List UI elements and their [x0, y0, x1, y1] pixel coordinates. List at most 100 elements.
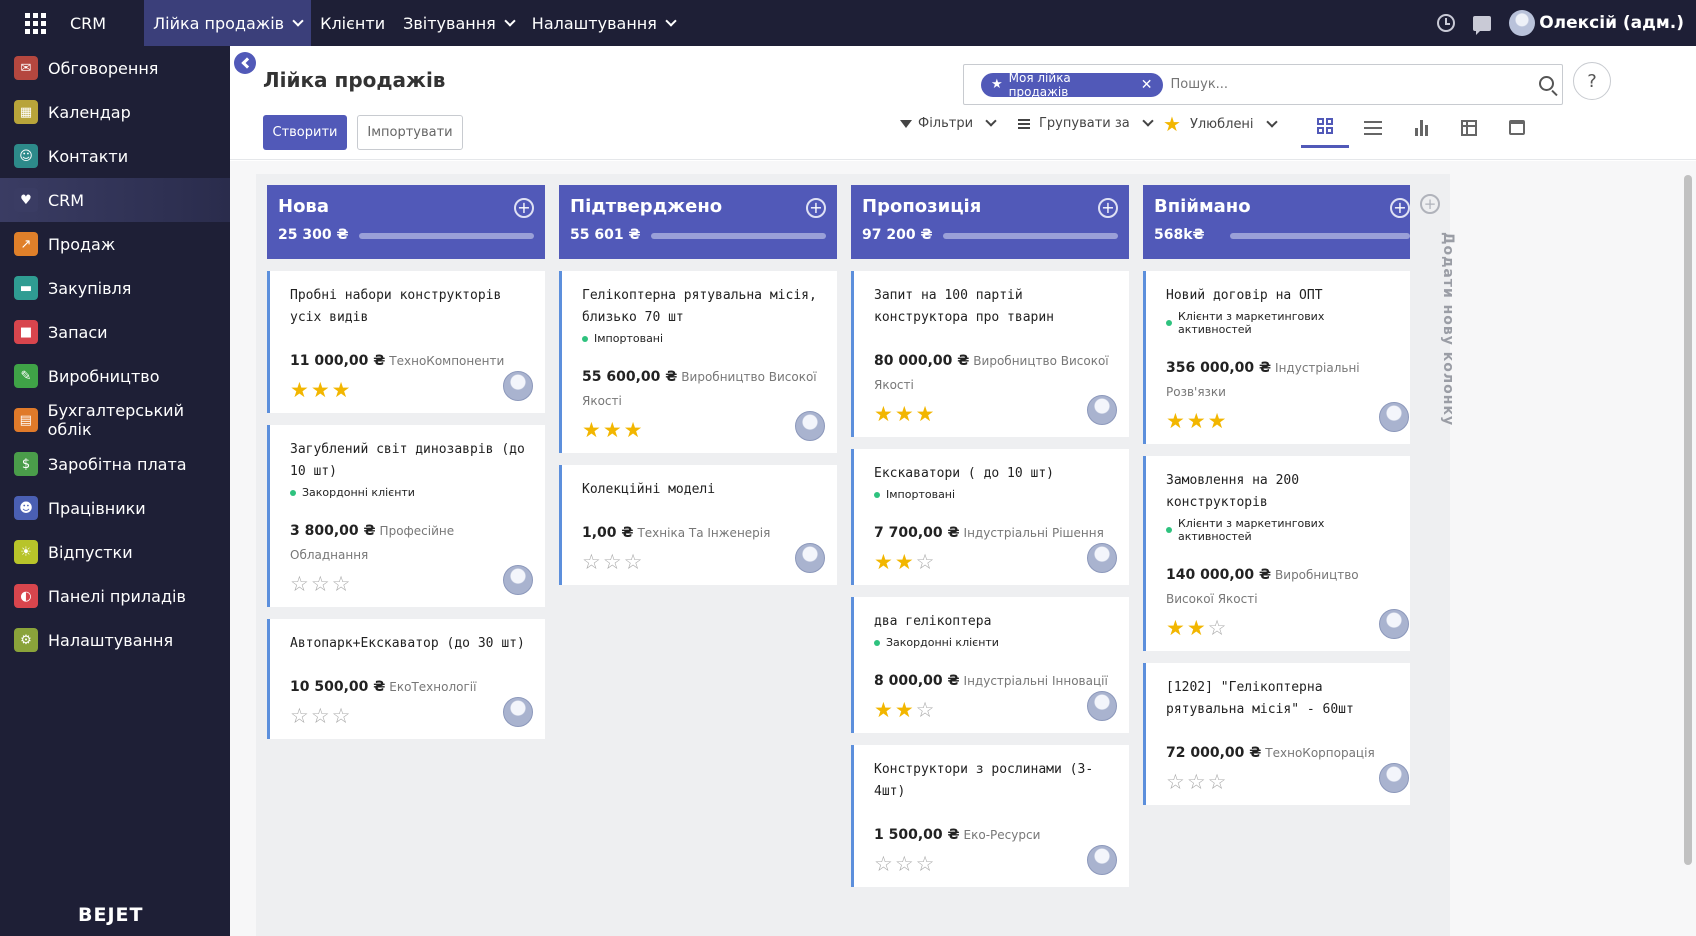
activity-clock-icon[interactable] — [1437, 14, 1456, 32]
column-header[interactable]: Пропозиція 97 200 ₴ + — [851, 185, 1129, 259]
sidebar-item[interactable]: ▦ Календар — [0, 90, 230, 134]
user-avatar[interactable] — [1509, 10, 1536, 36]
sidebar-item[interactable]: ✎ Виробництво — [0, 354, 230, 398]
sidebar-item[interactable]: ✉ Обговорення — [0, 46, 230, 90]
star-filled-icon[interactable]: ★ — [895, 402, 916, 426]
help-button[interactable]: ? — [1573, 62, 1611, 100]
star-empty-icon[interactable]: ☆ — [895, 852, 916, 876]
sidebar-item[interactable]: $ Заробітна плата — [0, 442, 230, 486]
star-empty-icon[interactable]: ☆ — [624, 550, 645, 574]
salesperson-avatar[interactable] — [503, 697, 533, 727]
star-empty-icon[interactable]: ☆ — [582, 550, 603, 574]
sidebar-item[interactable]: ⚙ Налаштування — [0, 618, 230, 662]
filters-dropdown[interactable]: Фільтри — [900, 115, 997, 131]
star-filled-icon[interactable]: ★ — [1208, 409, 1229, 433]
priority-stars[interactable]: ★★★ — [582, 419, 817, 441]
sidebar-item[interactable]: ■ Запаси — [0, 310, 230, 354]
star-filled-icon[interactable]: ★ — [895, 550, 916, 574]
priority-stars[interactable]: ★★★ — [874, 403, 1109, 425]
star-filled-icon[interactable]: ★ — [874, 698, 895, 722]
sidebar-item[interactable]: ♥ CRM — [0, 178, 230, 222]
import-button[interactable]: Імпортувати — [357, 115, 463, 150]
priority-stars[interactable]: ★★★ — [290, 379, 525, 401]
star-empty-icon[interactable]: ☆ — [332, 572, 353, 596]
menu-reporting[interactable]: Звітування — [394, 0, 523, 46]
add-card-icon[interactable]: + — [514, 198, 534, 218]
salesperson-avatar[interactable] — [795, 543, 825, 573]
priority-stars[interactable]: ☆☆☆ — [874, 853, 1109, 875]
sidebar-item[interactable]: ☺ Контакти — [0, 134, 230, 178]
priority-stars[interactable]: ☆☆☆ — [582, 551, 817, 573]
opportunity-card[interactable]: Автопарк+Екскаватор (до 30 шт) 10 500,00 … — [267, 619, 545, 739]
column-header[interactable]: Впіймано 568k₴ + — [1143, 185, 1421, 259]
star-empty-icon[interactable]: ☆ — [1208, 770, 1229, 794]
create-button[interactable]: Створити — [263, 115, 347, 150]
star-filled-icon[interactable]: ★ — [1187, 409, 1208, 433]
star-filled-icon[interactable]: ★ — [874, 402, 895, 426]
star-filled-icon[interactable]: ★ — [874, 550, 895, 574]
calendar-view-button[interactable] — [1493, 107, 1541, 148]
star-filled-icon[interactable]: ★ — [1187, 616, 1208, 640]
apps-menu-icon[interactable] — [0, 0, 70, 46]
app-brand[interactable]: CRM — [70, 14, 106, 33]
star-empty-icon[interactable]: ☆ — [1187, 770, 1208, 794]
opportunity-card[interactable]: два гелікоптера Закордонні клієнти 8 000,0… — [851, 597, 1129, 733]
menu-clients[interactable]: Клієнти — [311, 0, 394, 46]
salesperson-avatar[interactable] — [1379, 402, 1409, 432]
salesperson-avatar[interactable] — [1087, 543, 1117, 573]
salesperson-avatar[interactable] — [503, 565, 533, 595]
priority-stars[interactable]: ☆☆☆ — [1166, 771, 1401, 793]
salesperson-avatar[interactable] — [795, 411, 825, 441]
star-filled-icon[interactable]: ★ — [603, 418, 624, 442]
priority-stars[interactable]: ★★☆ — [874, 551, 1109, 573]
star-empty-icon[interactable]: ☆ — [311, 704, 332, 728]
priority-stars[interactable]: ★★☆ — [874, 699, 1109, 721]
star-filled-icon[interactable]: ★ — [624, 418, 645, 442]
star-filled-icon[interactable]: ★ — [290, 378, 311, 402]
star-empty-icon[interactable]: ☆ — [1166, 770, 1187, 794]
favorites-dropdown[interactable]: ★ Улюблені — [1163, 112, 1278, 136]
opportunity-card[interactable]: Новий договір на ОПТ Клієнти з маркетинго… — [1143, 271, 1421, 444]
opportunity-card[interactable]: Колекційні моделі 1,00 ₴ Техніка Та Інжене… — [559, 465, 837, 585]
star-empty-icon[interactable]: ☆ — [603, 550, 624, 574]
menu-settings[interactable]: Налаштування — [523, 0, 684, 46]
opportunity-card[interactable]: [1202] "Гелікоптерна рятувальна місія" -… — [1143, 663, 1421, 805]
sidebar-item[interactable]: ☀ Відпустки — [0, 530, 230, 574]
sidebar-item[interactable]: ☻ Працівники — [0, 486, 230, 530]
opportunity-card[interactable]: Замовлення на 200 конструкторів Клієнти з… — [1143, 456, 1421, 651]
add-card-icon[interactable]: + — [1098, 198, 1118, 218]
search-icon[interactable] — [1539, 76, 1554, 91]
add-column[interactable]: + Додати нову колонку — [1410, 174, 1456, 936]
search-bar[interactable]: ★ Моя лійка продажів ✕ — [963, 64, 1563, 105]
sidebar-item[interactable]: ◐ Панелі приладів — [0, 574, 230, 618]
sidebar-item[interactable]: ↗ Продаж — [0, 222, 230, 266]
column-header[interactable]: Підтверджено 55 601 ₴ + — [559, 185, 837, 259]
search-facet[interactable]: ★ Моя лійка продажів ✕ — [981, 71, 1163, 99]
remove-facet-icon[interactable]: ✕ — [1141, 77, 1153, 93]
pivot-view-button[interactable] — [1445, 107, 1493, 148]
star-empty-icon[interactable]: ☆ — [916, 852, 937, 876]
star-empty-icon[interactable]: ☆ — [874, 852, 895, 876]
salesperson-avatar[interactable] — [1087, 691, 1117, 721]
priority-stars[interactable]: ☆☆☆ — [290, 705, 525, 727]
opportunity-card[interactable]: Конструктори з рослинами (3-4шт) 1 500,00… — [851, 745, 1129, 887]
star-empty-icon[interactable]: ☆ — [290, 572, 311, 596]
star-empty-icon[interactable]: ☆ — [332, 704, 353, 728]
kanban-view-button[interactable] — [1301, 107, 1349, 148]
collapse-sidebar-button[interactable] — [234, 52, 256, 74]
priority-stars[interactable]: ★★★ — [1166, 410, 1401, 432]
scrollbar[interactable] — [1684, 175, 1692, 865]
column-header[interactable]: Нова 25 300 ₴ + — [267, 185, 545, 259]
group-by-dropdown[interactable]: Групувати за — [1018, 115, 1154, 131]
opportunity-card[interactable]: Пробні набори конструкторів усіх видів 11… — [267, 271, 545, 413]
star-empty-icon[interactable]: ☆ — [916, 698, 937, 722]
opportunity-card[interactable]: Загублений світ динозаврів (до 10 шт) Зак… — [267, 425, 545, 607]
opportunity-card[interactable]: Гелікоптерна рятувальна місія, близько 7… — [559, 271, 837, 453]
star-empty-icon[interactable]: ☆ — [311, 572, 332, 596]
menu-sales-pipeline[interactable]: Лійка продажів — [144, 0, 312, 46]
salesperson-avatar[interactable] — [1087, 845, 1117, 875]
star-empty-icon[interactable]: ☆ — [1208, 616, 1229, 640]
messages-icon[interactable] — [1473, 15, 1492, 35]
search-input[interactable] — [1170, 77, 1562, 92]
star-filled-icon[interactable]: ★ — [1166, 616, 1187, 640]
